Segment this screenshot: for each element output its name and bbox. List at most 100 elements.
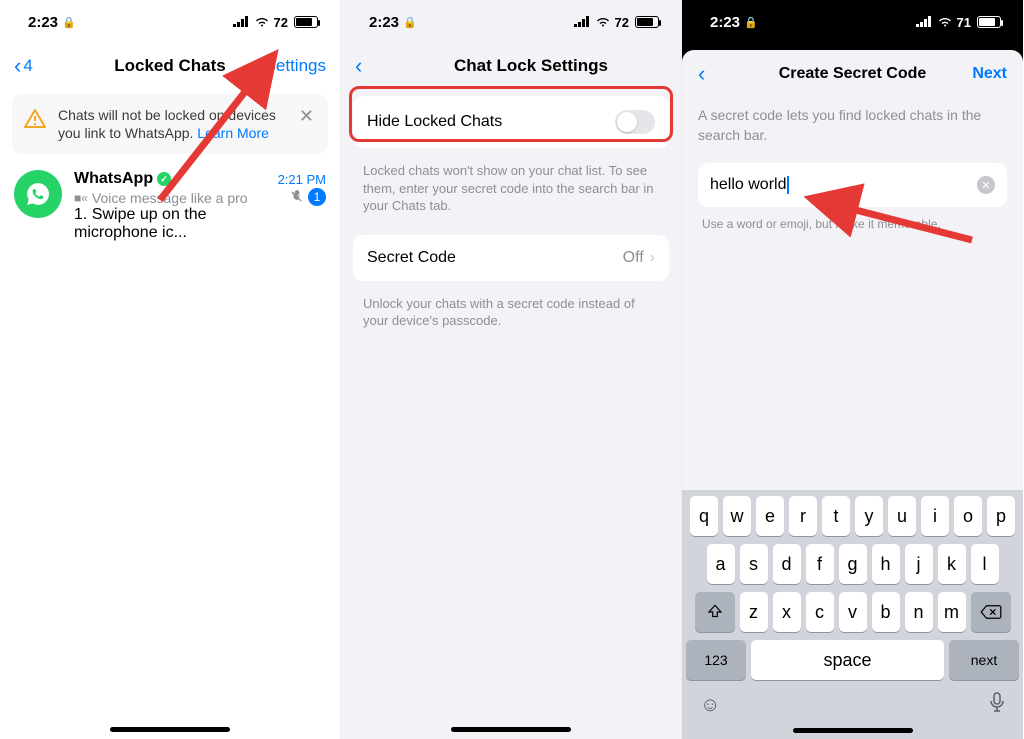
key-o[interactable]: o [954, 496, 982, 536]
wifi-icon [595, 14, 611, 31]
secret-code-group: Secret Code Off › [353, 235, 669, 281]
chat-subtitle-text: Voice message like a pro [92, 190, 248, 206]
chevron-left-icon: ‹ [698, 61, 705, 86]
unread-badge: 1 [308, 188, 326, 206]
nav-title: Chat Lock Settings [425, 56, 637, 76]
clear-input-button[interactable]: ✕ [977, 176, 995, 194]
back-button[interactable]: ‹ 4 [14, 53, 84, 79]
signal-icon [233, 14, 250, 31]
info-banner: Chats will not be locked on devices you … [12, 94, 328, 154]
emoji-key[interactable]: ☺ [700, 694, 720, 717]
home-indicator [451, 727, 571, 732]
back-count: 4 [23, 56, 32, 76]
key-y[interactable]: y [855, 496, 883, 536]
key-q[interactable]: q [690, 496, 718, 536]
screen-locked-chats: 2:23 🔒 72 ‹ 4 Locked Chats Settin [0, 0, 341, 739]
key-f[interactable]: f [806, 544, 834, 584]
key-c[interactable]: c [806, 592, 834, 632]
battery-icon [977, 16, 1001, 28]
status-time: 2:23 [369, 14, 399, 31]
key-k[interactable]: k [938, 544, 966, 584]
learn-more-link[interactable]: Learn More [197, 125, 269, 141]
chevron-right-icon: › [650, 249, 655, 267]
key-j[interactable]: j [905, 544, 933, 584]
wifi-icon [254, 14, 270, 31]
key-i[interactable]: i [921, 496, 949, 536]
lock-icon: 🔒 [403, 16, 417, 29]
status-bar: 2:23 🔒 71 [682, 0, 1023, 44]
banner-text: Chats will not be locked on devices you … [58, 106, 285, 142]
wifi-icon [937, 14, 953, 31]
settings-label: Settings [265, 56, 326, 76]
muted-icon [290, 189, 304, 206]
lock-icon: 🔒 [744, 16, 758, 29]
key-p[interactable]: p [987, 496, 1015, 536]
shift-key[interactable] [695, 592, 735, 632]
secret-code-input[interactable]: hello world ✕ [698, 163, 1007, 207]
key-w[interactable]: w [723, 496, 751, 536]
ios-keyboard[interactable]: qwertyuiop asdfghjkl zxcvbnm 123 space n… [682, 490, 1023, 739]
key-s[interactable]: s [740, 544, 768, 584]
chat-name-text: WhatsApp [74, 170, 153, 188]
key-m[interactable]: m [938, 592, 966, 632]
whatsapp-avatar [14, 170, 62, 218]
numbers-key[interactable]: 123 [686, 640, 746, 680]
status-time: 2:23 [28, 14, 58, 31]
close-banner-button[interactable]: ✕ [295, 106, 318, 127]
dictation-key[interactable] [989, 692, 1005, 718]
battery-icon [294, 16, 318, 28]
chat-name: WhatsApp ✓ [74, 170, 171, 188]
chevron-left-icon: ‹ [355, 53, 362, 79]
next-button[interactable]: Next [967, 65, 1007, 83]
secret-code-row[interactable]: Secret Code Off › [353, 235, 669, 281]
secret-code-label: Secret Code [367, 249, 456, 267]
toggle-knob [617, 112, 637, 132]
key-h[interactable]: h [872, 544, 900, 584]
battery-percent: 72 [615, 15, 629, 30]
battery-percent: 71 [957, 15, 971, 30]
signal-icon [916, 14, 933, 31]
next-key[interactable]: next [949, 640, 1019, 680]
verified-badge-icon: ✓ [157, 172, 171, 186]
hide-locked-label: Hide Locked Chats [367, 113, 502, 131]
status-bar: 2:23 🔒 72 [341, 0, 681, 44]
secret-code-value: Off [623, 249, 644, 267]
hide-locked-group: Hide Locked Chats [353, 96, 669, 148]
chat-subtitle: ■« Voice message like a pro [74, 190, 290, 206]
key-v[interactable]: v [839, 592, 867, 632]
sheet-nav: ‹ Create Secret Code Next [682, 50, 1023, 98]
key-z[interactable]: z [740, 592, 768, 632]
secret-code-description: Unlock your chats with a secret code ins… [341, 289, 681, 342]
key-n[interactable]: n [905, 592, 933, 632]
input-hint: Use a word or emoji, but make it memorab… [698, 217, 1007, 231]
key-a[interactable]: a [707, 544, 735, 584]
hide-locked-chats-row[interactable]: Hide Locked Chats [353, 96, 669, 148]
settings-button[interactable]: Settings [256, 56, 326, 76]
backspace-key[interactable] [971, 592, 1011, 632]
key-b[interactable]: b [872, 592, 900, 632]
back-button[interactable]: ‹ [355, 53, 425, 79]
screen-chat-lock-settings: 2:23 🔒 72 ‹ Chat Lock Settings [341, 0, 682, 739]
key-u[interactable]: u [888, 496, 916, 536]
key-x[interactable]: x [773, 592, 801, 632]
chat-time: 2:21 PM [278, 172, 326, 187]
battery-icon [635, 16, 659, 28]
chat-row[interactable]: WhatsApp ✓ 2:21 PM ■« Voice message like… [0, 160, 340, 252]
key-d[interactable]: d [773, 544, 801, 584]
sheet: ‹ Create Secret Code Next A secret code … [682, 50, 1023, 739]
warning-icon [22, 106, 48, 132]
lock-icon: 🔒 [62, 16, 76, 29]
key-t[interactable]: t [822, 496, 850, 536]
back-button[interactable]: ‹ [698, 61, 738, 87]
space-key[interactable]: space [751, 640, 944, 680]
home-indicator [793, 728, 913, 733]
chat-status: 1 [290, 188, 326, 206]
screen-create-secret-code: 2:23 🔒 71 ‹ Create Secret Code [682, 0, 1023, 739]
home-indicator [110, 727, 230, 732]
key-r[interactable]: r [789, 496, 817, 536]
next-label: Next [972, 65, 1007, 82]
key-l[interactable]: l [971, 544, 999, 584]
hide-locked-toggle[interactable] [615, 110, 655, 134]
key-e[interactable]: e [756, 496, 784, 536]
key-g[interactable]: g [839, 544, 867, 584]
